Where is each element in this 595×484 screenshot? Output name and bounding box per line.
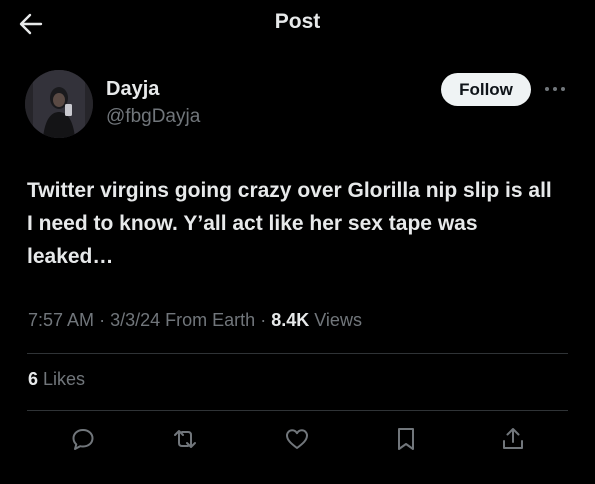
author-name[interactable]: Dayja [106, 78, 159, 101]
bookmark-button[interactable] [391, 424, 421, 454]
meta-separator: · [260, 310, 267, 330]
divider [27, 353, 568, 354]
action-bar [0, 424, 595, 456]
likes-stat[interactable]: 6 Likes [28, 369, 85, 390]
reply-button[interactable] [68, 424, 98, 454]
share-button[interactable] [498, 424, 528, 454]
tweet-date[interactable]: 3/3/24 [110, 310, 160, 330]
bookmark-icon [395, 426, 417, 452]
more-horizontal-icon [544, 86, 566, 92]
repost-icon [171, 426, 199, 452]
likes-count: 6 [28, 369, 39, 389]
likes-label: Likes [43, 369, 86, 389]
follow-button[interactable]: Follow [441, 73, 531, 106]
views-count: 8.4K [271, 310, 310, 330]
views-label: Views [314, 310, 362, 330]
share-icon [501, 426, 525, 452]
tweet-time[interactable]: 7:57 AM [28, 310, 94, 330]
top-bar: Post [0, 0, 595, 48]
tweet-text: Twitter virgins going crazy over Glorill… [27, 179, 552, 268]
divider [27, 410, 568, 411]
like-button[interactable] [282, 424, 312, 454]
more-button[interactable] [541, 80, 569, 98]
tweet-location: From Earth [165, 310, 256, 330]
repost-button[interactable] [170, 424, 200, 454]
avatar[interactable] [25, 70, 93, 138]
meta-separator: · [99, 310, 106, 330]
reply-icon [70, 426, 96, 452]
page-title: Post [274, 10, 321, 33]
author-handle[interactable]: @fbgDayja [106, 106, 200, 128]
tweet-metadata: 7:57 AM · 3/3/24 From Earth · 8.4K Views [28, 310, 362, 331]
like-icon [284, 427, 310, 451]
